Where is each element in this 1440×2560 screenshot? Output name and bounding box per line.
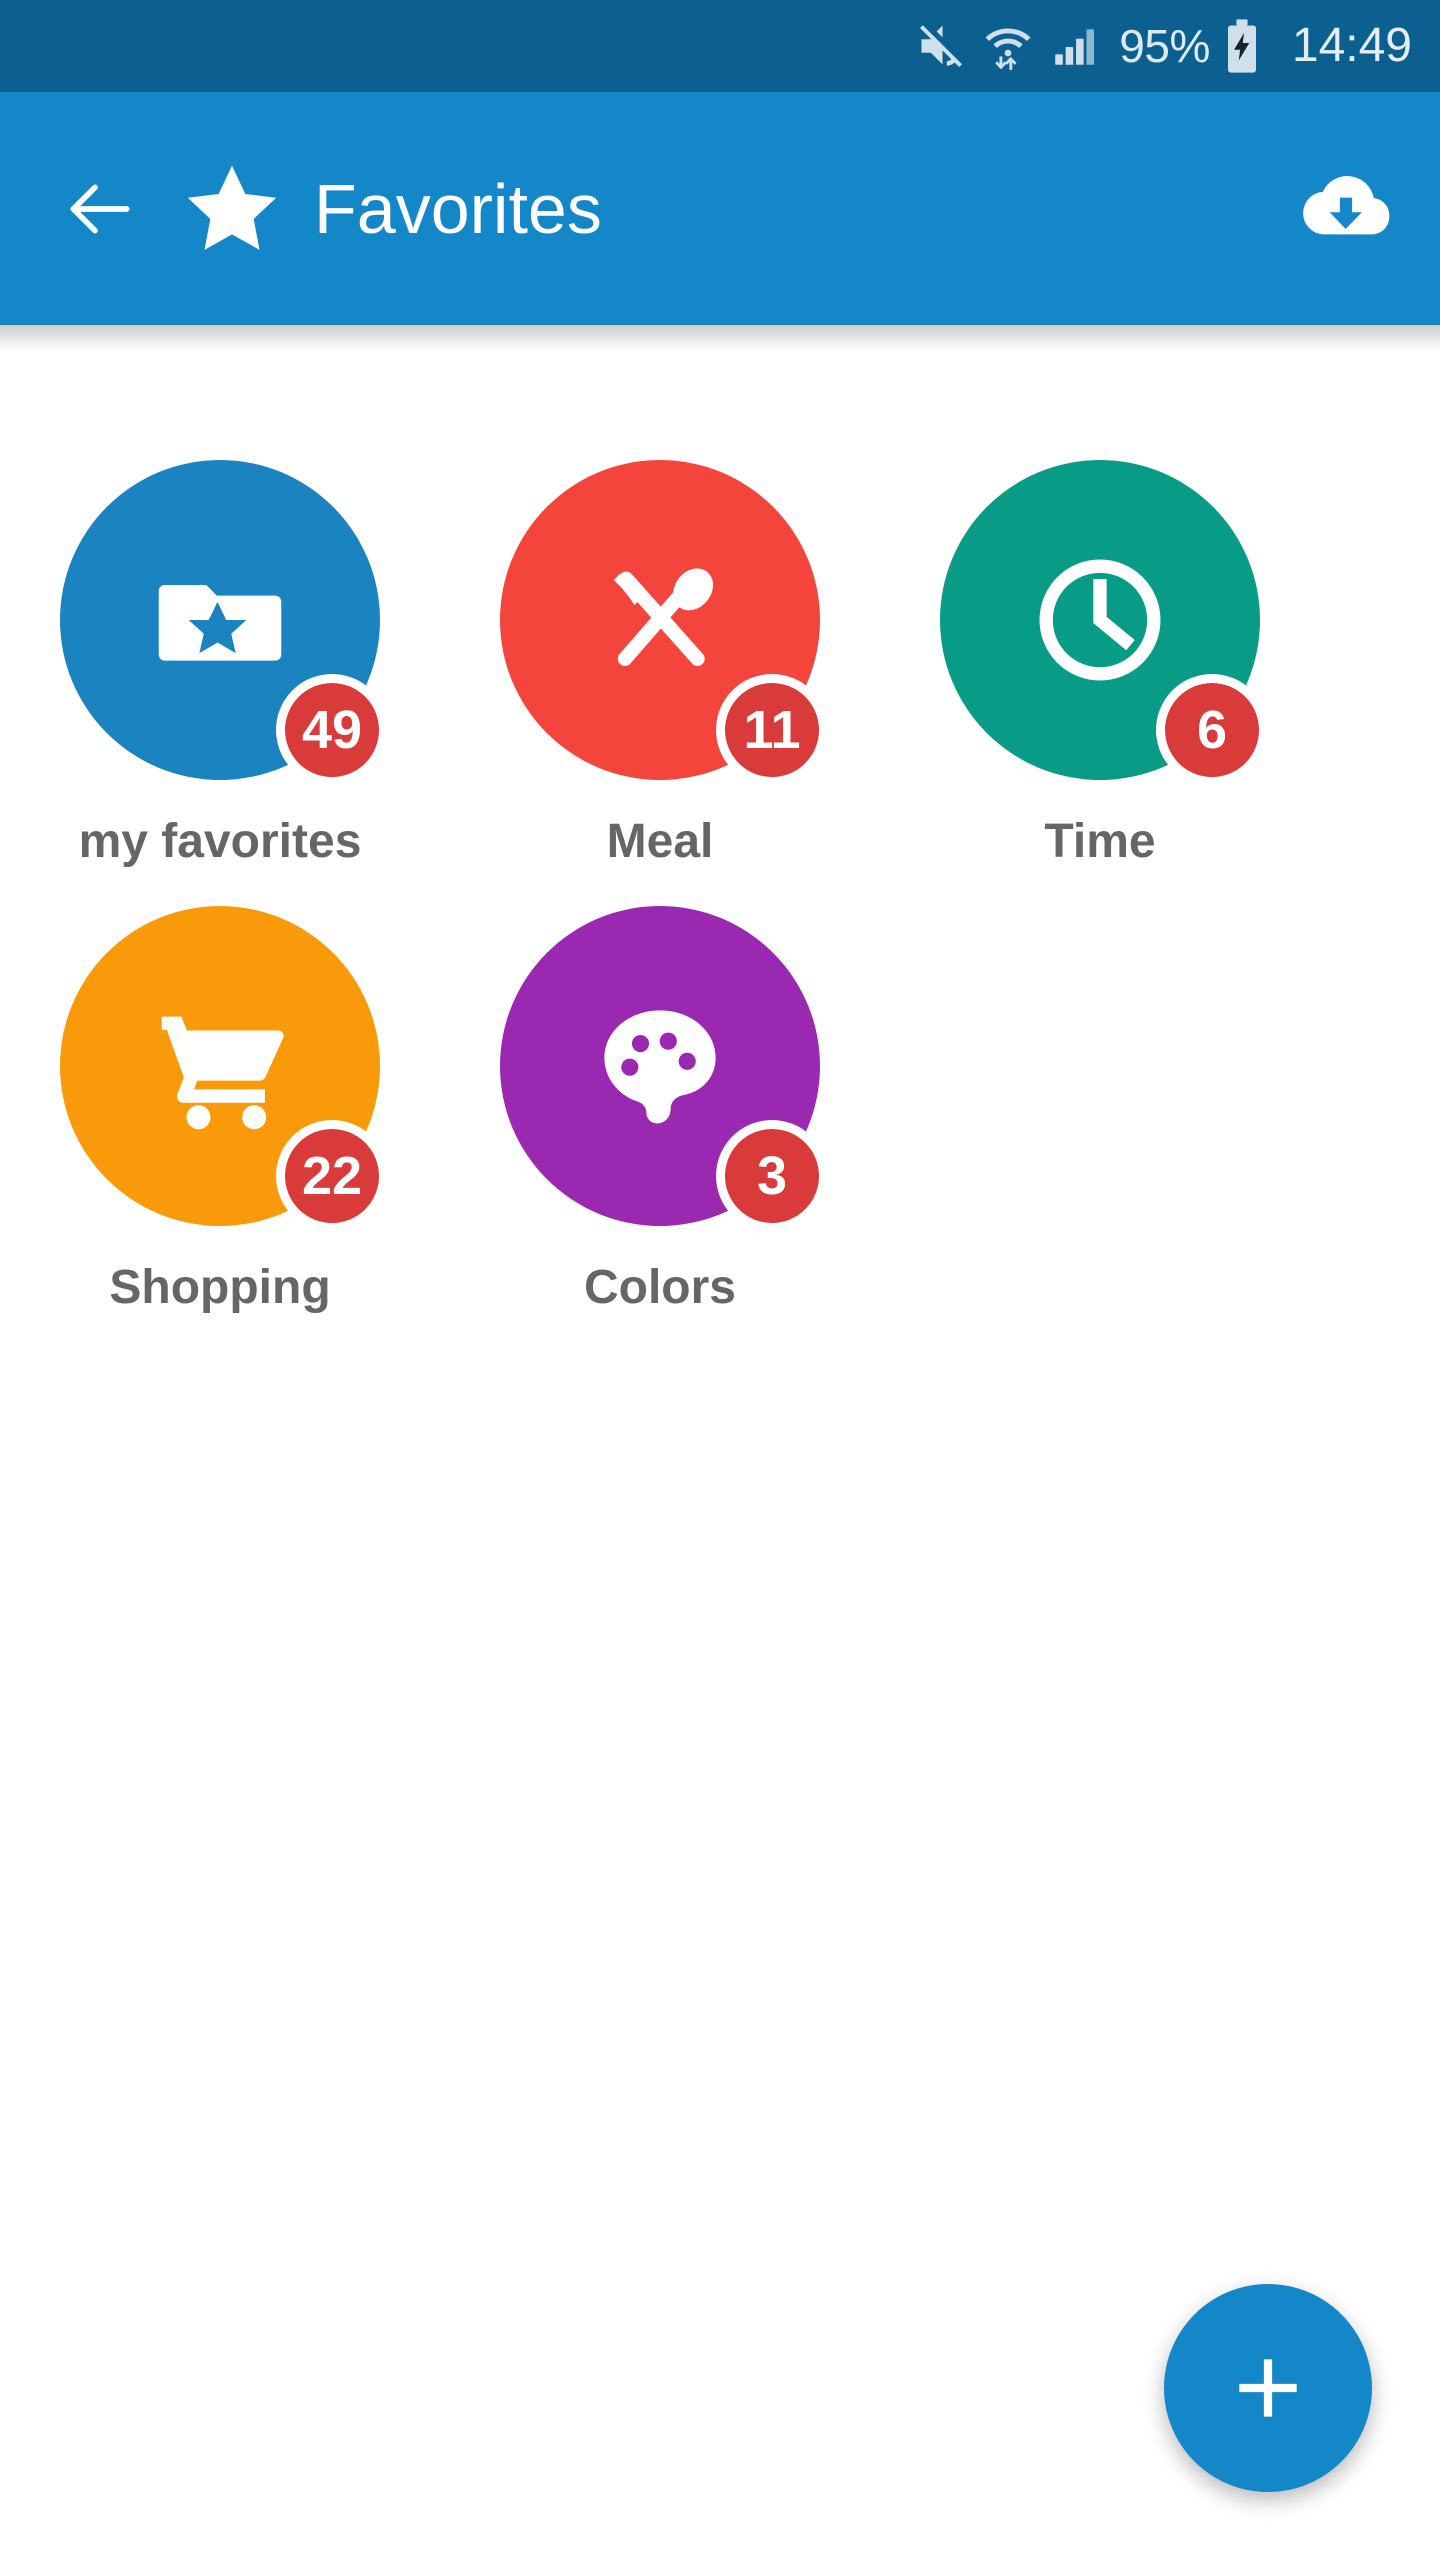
category-badge: 22	[276, 1120, 388, 1232]
category-item-my-favorites[interactable]: 49 my favorites	[0, 420, 440, 866]
cloud-download-icon	[1303, 175, 1390, 234]
folder-star-icon	[158, 585, 282, 661]
app-bar-shadow	[0, 325, 1440, 351]
category-item-colors[interactable]: 3 Colors	[440, 866, 880, 1312]
category-icon-wrap: 6	[940, 460, 1268, 786]
category-grid: 49 my favorites 11 Meal 6 Time 22 Shoppi…	[0, 380, 1440, 1312]
category-item-meal[interactable]: 11 Meal	[440, 420, 880, 866]
app-bar-brand: Favorites	[182, 159, 1286, 259]
category-icon-wrap: 22	[60, 906, 388, 1232]
category-item-shopping[interactable]: 22 Shopping	[0, 866, 440, 1312]
app-bar: Favorites	[0, 92, 1440, 325]
fork-spoon-icon	[613, 568, 714, 666]
category-label: Colors	[583, 1261, 736, 1314]
cellular-signal-icon	[1055, 29, 1095, 65]
category-item-time[interactable]: 6 Time	[880, 420, 1320, 866]
palette-icon	[604, 1010, 716, 1124]
mute-icon	[920, 25, 963, 68]
category-icon-wrap: 49	[60, 460, 388, 786]
category-badge: 11	[716, 674, 828, 786]
plus-icon	[1239, 2359, 1297, 2417]
back-button[interactable]	[54, 163, 146, 255]
category-icon-wrap: 3	[500, 906, 828, 1232]
battery-charging-icon	[1227, 19, 1256, 73]
category-icon-wrap: 11	[500, 460, 828, 786]
page-title: Favorites	[314, 169, 602, 248]
category-badge: 49	[276, 674, 388, 786]
clock-icon	[1039, 559, 1161, 681]
category-label: Shopping	[109, 1261, 331, 1314]
status-bar-icons: 95% 14:49	[915, 18, 1412, 74]
shopping-cart-icon	[161, 1016, 284, 1130]
arrow-left-icon	[70, 184, 130, 234]
add-favorite-fab[interactable]	[1164, 2284, 1372, 2492]
cloud-download-button[interactable]	[1286, 149, 1406, 269]
wifi-transfer-icon	[985, 28, 1031, 70]
status-bar: 95% 14:49	[0, 0, 1440, 92]
star-icon	[187, 165, 277, 250]
battery-percent-label: 95%	[1119, 20, 1210, 72]
category-badge: 3	[716, 1120, 828, 1232]
category-label: my favorites	[78, 815, 362, 868]
category-badge: 6	[1156, 674, 1268, 786]
status-bar-clock: 14:49	[1291, 19, 1412, 72]
category-label: Meal	[606, 815, 714, 868]
app-screen: 95% 14:49 Favorites 49 my favorites 11 M…	[0, 0, 1440, 2560]
category-label: Time	[1044, 815, 1156, 868]
